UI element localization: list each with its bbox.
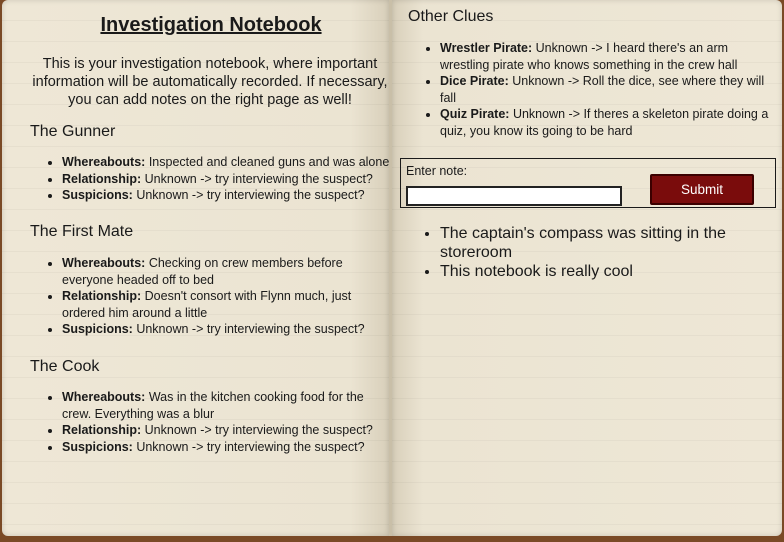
fact-relationship: Relationship: Unknown -> try interviewin… (62, 422, 394, 439)
note-label: Enter note: (406, 164, 468, 178)
fact-suspicions: Suspicions: Unknown -> try interviewing … (62, 439, 394, 456)
intro-text: This is your investigation notebook, whe… (32, 56, 388, 108)
user-note: This notebook is really cool (440, 262, 764, 281)
fact-relationship: Relationship: Doesn't consort with Flynn… (62, 288, 394, 321)
fact-suspicions: Suspicions: Unknown -> try interviewing … (62, 321, 394, 338)
fact-suspicions: Suspicions: Unknown -> try interviewing … (62, 187, 394, 204)
fact-whereabouts: Whereabouts: Checking on crew members be… (62, 255, 394, 288)
fact-whereabouts: Whereabouts: Inspected and cleaned guns … (62, 154, 394, 171)
suspect-facts-first-mate: Whereabouts: Checking on crew members be… (30, 255, 394, 338)
user-note: The captain's compass was sitting in the… (440, 224, 764, 262)
user-notes-list: The captain's compass was sitting in the… (408, 224, 764, 281)
note-form: Enter note: Submit (400, 158, 776, 208)
clue-wrestler-pirate: Wrestler Pirate: Unknown -> I heard ther… (440, 40, 772, 73)
note-input[interactable] (406, 186, 622, 206)
clue-dice-pirate: Dice Pirate: Unknown -> Roll the dice, s… (440, 73, 772, 106)
suspect-heading-first-mate: The First Mate (30, 223, 134, 240)
other-clues-list: Wrestler Pirate: Unknown -> I heard ther… (408, 40, 772, 140)
page-title: Investigation Notebook (100, 14, 322, 36)
suspect-facts-gunner: Whereabouts: Inspected and cleaned guns … (30, 154, 394, 204)
clue-quiz-pirate: Quiz Pirate: Unknown -> If theres a skel… (440, 106, 772, 139)
fact-whereabouts: Whereabouts: Was in the kitchen cooking … (62, 389, 394, 422)
suspect-heading-cook: The Cook (30, 358, 100, 375)
other-clues-heading: Other Clues (408, 8, 494, 25)
suspect-facts-cook: Whereabouts: Was in the kitchen cooking … (30, 389, 394, 455)
notebook: Investigation Notebook This is your inve… (0, 0, 784, 542)
left-page: Investigation Notebook This is your inve… (2, 0, 389, 536)
suspect-heading-gunner: The Gunner (30, 123, 116, 140)
submit-button[interactable]: Submit (650, 174, 754, 205)
fact-relationship: Relationship: Unknown -> try interviewin… (62, 171, 394, 188)
